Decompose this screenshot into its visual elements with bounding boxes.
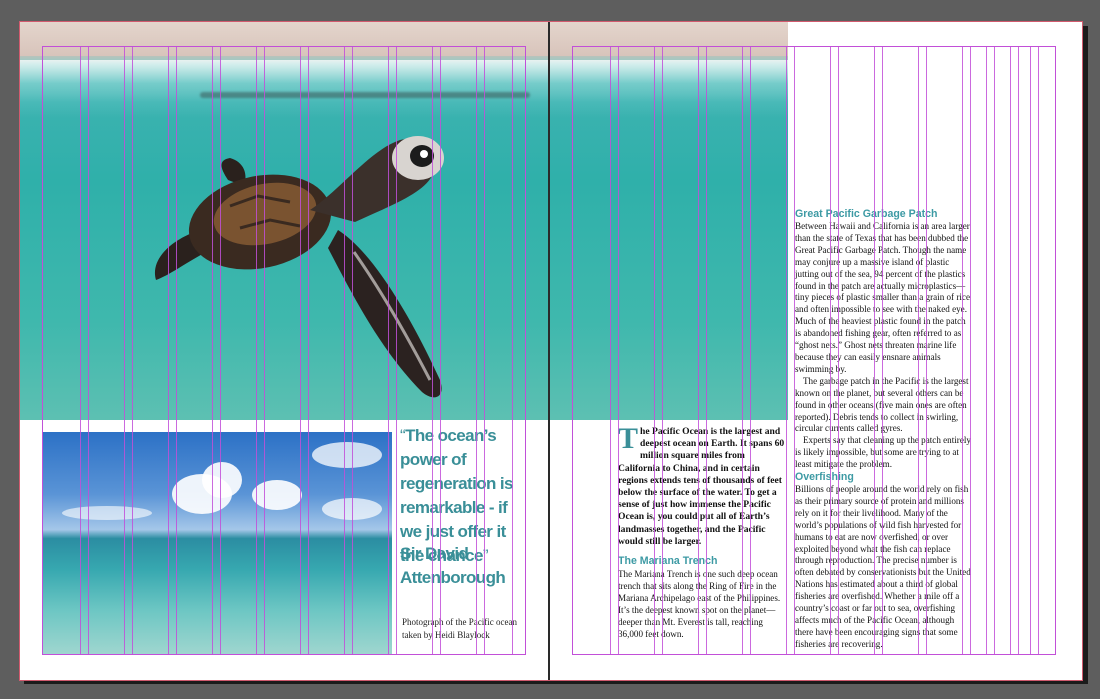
column-guide: [994, 47, 995, 654]
quote-attribution[interactable]: Sir David Attenborough: [400, 542, 530, 590]
cloud: [312, 442, 382, 468]
overfishing-body[interactable]: Billions of people around the world rely…: [795, 484, 971, 651]
mariana-body[interactable]: The Mariana Trench is one such deep ocea…: [618, 569, 788, 640]
column-guide: [1030, 47, 1031, 654]
column-guide: [1038, 47, 1039, 654]
cloud: [202, 462, 242, 498]
lead-paragraph[interactable]: The Pacific Ocean is the largest and dee…: [618, 422, 788, 548]
sea-turtle-icon: [154, 136, 444, 398]
lead-text: he Pacific Ocean is the largest and deep…: [618, 426, 785, 547]
page-spread[interactable]: “The ocean’s power of regeneration is re…: [19, 21, 1083, 681]
column-guide: [986, 47, 987, 654]
drop-cap: T: [618, 422, 639, 455]
garbage-paragraph-3: Experts say that cleaning up the patch e…: [795, 435, 971, 470]
turtle-photo[interactable]: [20, 22, 788, 420]
photo-caption[interactable]: Photograph of the Pacific ocean taken by…: [402, 616, 532, 642]
column-guide: [1018, 47, 1019, 654]
cloud: [322, 498, 382, 520]
cloud: [62, 506, 152, 520]
cloud: [252, 480, 302, 510]
surface-streak: [200, 92, 530, 98]
garbage-paragraph-1: Between Hawaii and California is an area…: [795, 221, 970, 374]
garbage-paragraph-2: The garbage patch in the Pacific is the …: [795, 375, 969, 434]
heading-overfishing[interactable]: Overfishing: [795, 471, 971, 483]
heading-mariana-trench[interactable]: The Mariana Trench: [618, 555, 788, 567]
spine-divider: [548, 22, 550, 680]
garbage-body[interactable]: Between Hawaii and California is an area…: [795, 221, 971, 471]
column-guide: [1010, 47, 1011, 654]
heading-garbage-patch[interactable]: Great Pacific Garbage Patch: [795, 208, 971, 220]
photo-sky: [20, 22, 788, 56]
ocean-photo[interactable]: [42, 432, 392, 654]
